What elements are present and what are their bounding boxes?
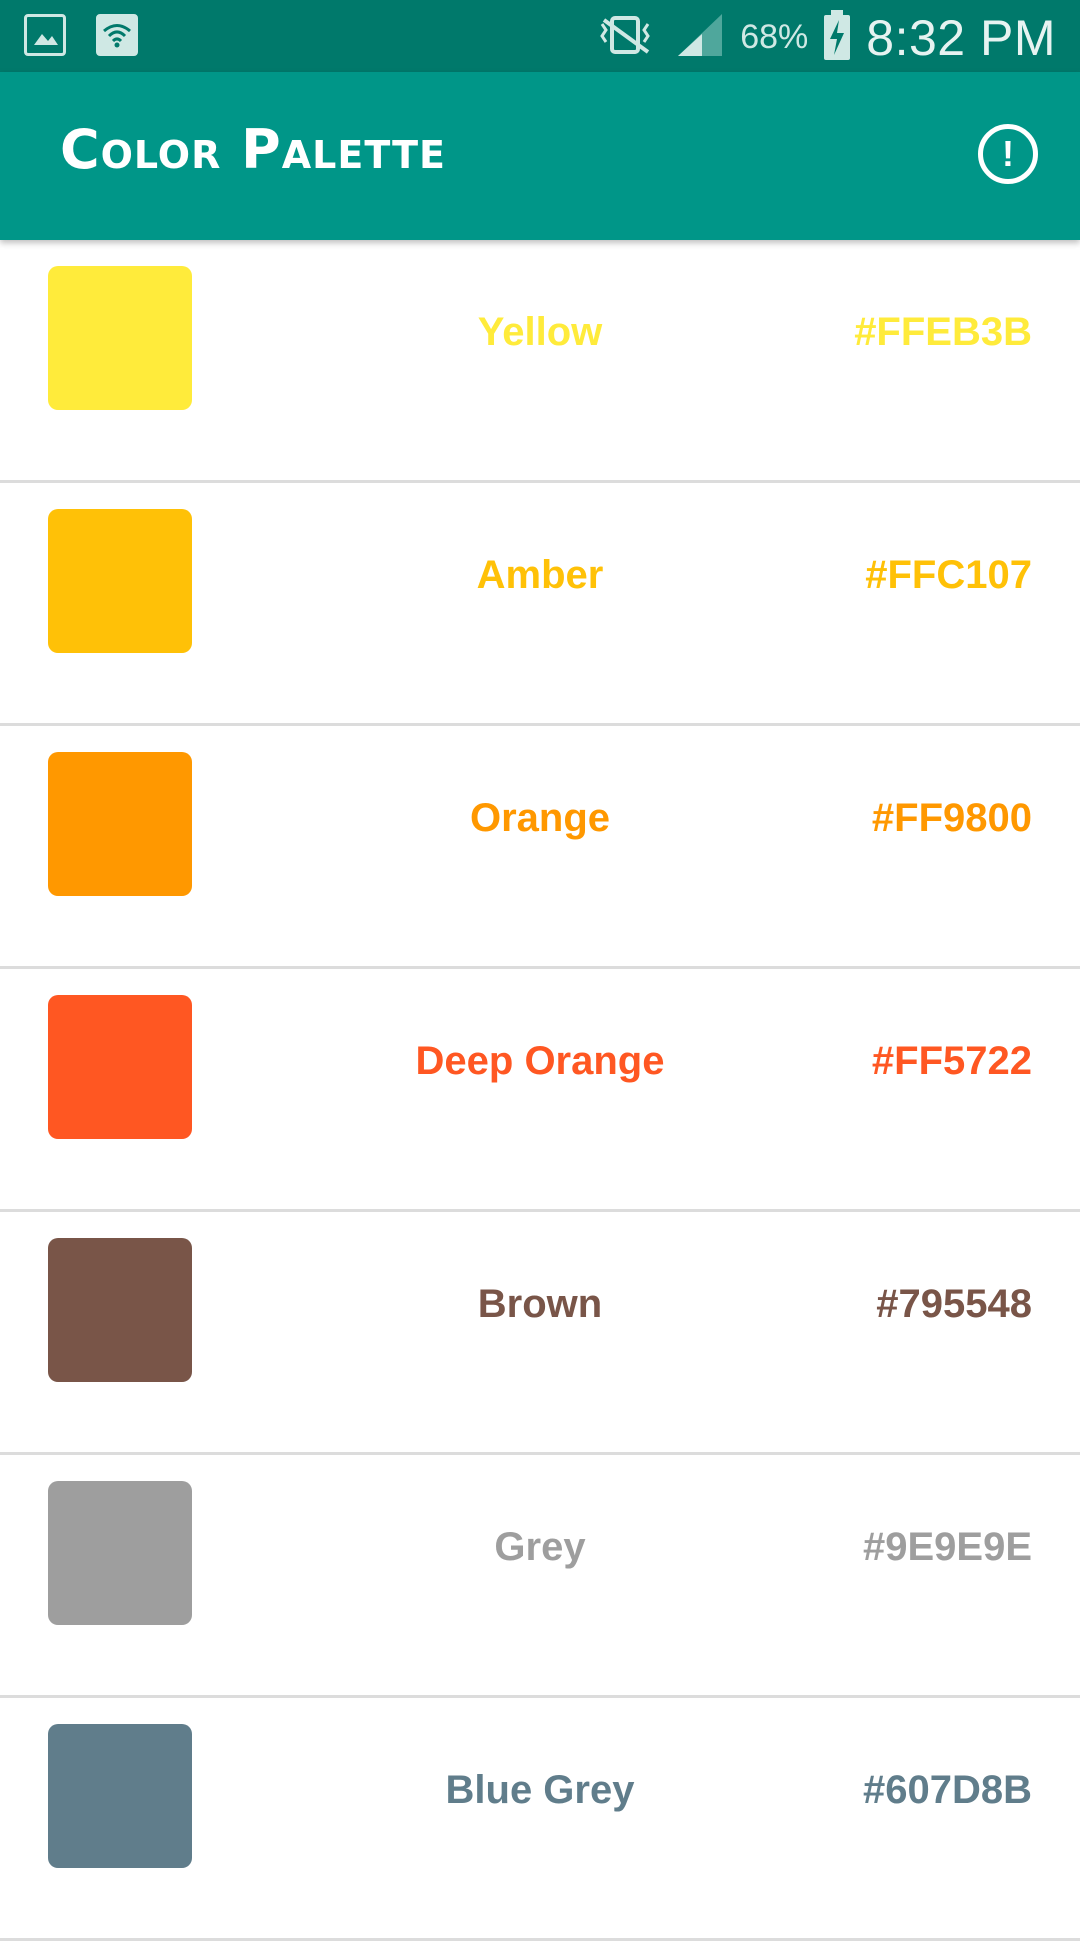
color-list: Yellow #FFEB3B Amber #FFC107 Orange #FF9800 De…: [0, 240, 1080, 1941]
battery-percent: 68%: [740, 18, 809, 56]
page-title: Color Palette: [60, 118, 446, 181]
color-row[interactable]: Brown #795548: [0, 1212, 1080, 1455]
color-swatch: [48, 1481, 192, 1625]
color-swatch: [48, 266, 192, 410]
color-hex: #FFC107: [865, 553, 1032, 597]
status-bar-left: [24, 14, 138, 56]
app-bar: Color Palette !: [0, 72, 1080, 240]
color-hex: #FF5722: [871, 1039, 1032, 1083]
status-bar: 68% 8:32 PM: [0, 0, 1080, 72]
color-name: Orange: [469, 796, 611, 840]
color-row[interactable]: Deep Orange #FF5722: [0, 969, 1080, 1212]
info-icon: !: [1002, 133, 1014, 174]
color-hex: #795548: [876, 1282, 1032, 1326]
color-row[interactable]: Blue Grey #607D8B: [0, 1698, 1080, 1941]
color-swatch: [48, 752, 192, 896]
info-button[interactable]: !: [978, 124, 1038, 184]
color-name: Grey: [494, 1525, 586, 1569]
color-name: Amber: [476, 553, 604, 597]
color-name: Deep Orange: [415, 1039, 665, 1083]
clock: 8:32 PM: [866, 9, 1056, 66]
signal-icon: [674, 10, 726, 65]
color-name: Brown: [477, 1282, 603, 1326]
color-swatch: [48, 1724, 192, 1868]
color-hex: #FFEB3B: [854, 310, 1032, 354]
color-name: Yellow: [477, 310, 603, 354]
color-hex: #9E9E9E: [862, 1525, 1032, 1569]
color-name: Blue Grey: [445, 1768, 635, 1812]
color-row[interactable]: Amber #FFC107: [0, 483, 1080, 726]
color-row[interactable]: Grey #9E9E9E: [0, 1455, 1080, 1698]
color-swatch: [48, 1238, 192, 1382]
status-bar-right: 68% 8:32 PM: [590, 8, 1056, 67]
color-row[interactable]: Yellow #FFEB3B: [0, 240, 1080, 483]
battery-charging-icon: [822, 8, 852, 67]
image-icon: [24, 14, 66, 56]
wifi-icon: [96, 14, 138, 56]
vibrate-mute-icon: [590, 10, 660, 65]
color-hex: #FF9800: [871, 796, 1032, 840]
color-swatch: [48, 509, 192, 653]
color-hex: #607D8B: [862, 1768, 1032, 1812]
color-row[interactable]: Orange #FF9800: [0, 726, 1080, 969]
color-swatch: [48, 995, 192, 1139]
